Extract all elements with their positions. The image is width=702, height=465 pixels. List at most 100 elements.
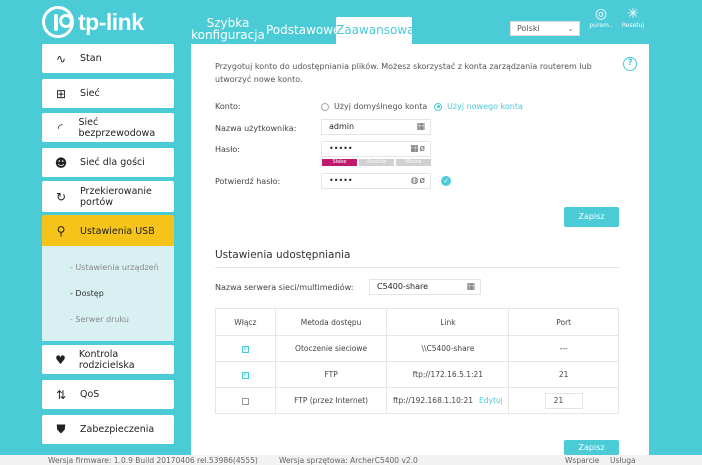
language-value: Polski — [517, 24, 540, 33]
intro-text: Przygotuj konto do udostępniania plików.… — [215, 62, 592, 84]
usb-icon: ⚲ — [56, 224, 66, 238]
sidebar-item-label: Sieć bezprzewodowa — [78, 116, 156, 139]
reset-label: Resetuj — [621, 22, 645, 29]
sharing-table: Włącz Metoda dostępu Link Port Otoczenie… — [215, 308, 619, 414]
footer: Wersja firmware: 1.0.9 Build 20170406 re… — [0, 455, 702, 465]
sidebar-item-label: Zabezpieczenia — [80, 424, 155, 435]
reset-button[interactable]: ✳ Resetuj — [615, 6, 651, 29]
sidebar-item-qos[interactable]: ⇅ QoS — [42, 380, 174, 409]
access-method: Otoczenie sieciowe — [274, 335, 388, 362]
password-strength-meter: Słabe Średnia Mocne — [322, 159, 433, 166]
password-value: ••••• — [329, 144, 353, 153]
port-input[interactable]: 21 — [544, 392, 583, 409]
table-row: FTP ftp://172.16.5.1:21 21 — [215, 361, 619, 388]
server-name-input[interactable]: C5400-share ▦ — [369, 279, 481, 295]
share-link: \\C5400-share — [386, 335, 510, 362]
password-input[interactable]: ••••• ▦ø — [321, 141, 431, 157]
account-label: purem.. — [589, 22, 613, 29]
save-sharing-button[interactable]: Zapisz — [564, 440, 619, 455]
app-link[interactable]: Usługa — [610, 456, 636, 465]
forwarding-icon: ↻ — [55, 189, 67, 204]
language-select[interactable]: Polski ⌄ — [510, 21, 580, 36]
sidebar-item-label: Ustawienia USB — [80, 225, 155, 237]
enable-checkbox[interactable] — [241, 370, 249, 379]
access-method: FTP (przez Internet) — [274, 387, 388, 414]
shield-icon: ⛊ — [56, 422, 66, 436]
submenu-print-server[interactable]: - Serwer druku — [70, 315, 129, 324]
sidebar-item-label: QoS — [80, 389, 100, 400]
wireless-icon: ◜ — [57, 120, 63, 135]
col-enable: Włącz — [215, 308, 276, 336]
username-value: admin — [329, 122, 355, 131]
table-row: Otoczenie sieciowe \\C5400-share --- — [215, 335, 619, 362]
share-link: ftp://192.168.1.10:21 — [393, 396, 473, 405]
server-name-value: C5400-share — [377, 282, 429, 291]
sidebar-item-security[interactable]: ⛊ Zabezpieczenia — [42, 415, 174, 444]
password-label: Hasło: — [215, 145, 240, 154]
strength-weak: Słabe — [322, 159, 357, 166]
support-link[interactable]: Wsparcie — [565, 456, 599, 465]
qos-icon: ⇅ — [55, 387, 67, 402]
port-value: 21 — [508, 361, 619, 388]
logo-text: tp-link — [78, 8, 144, 35]
strength-medium: Średnia — [359, 159, 394, 166]
access-method: FTP — [274, 361, 388, 388]
sidebar-item-parental-controls[interactable]: ♥ Kontrola rodzicielska — [42, 345, 174, 374]
col-link: Link — [386, 308, 510, 336]
sidebar-item-label: Kontrola rodzicielska — [78, 348, 135, 371]
account-label: Konto: — [215, 102, 241, 111]
header: tp-link Szybka konfiguracja Podstawowe Z… — [0, 0, 702, 44]
port-value: --- — [508, 335, 619, 362]
share-link: ftp://172.16.5.1:21 — [386, 361, 510, 388]
sidebar-item-usb[interactable]: ⚲ Ustawienia USB — [42, 215, 174, 247]
sidebar-item-network[interactable]: ⊞ Sieć — [42, 79, 174, 108]
sharing-section-title: Ustawienia udostępniania — [215, 249, 619, 268]
server-name-label: Nazwa serwera sieci/multimediów: — [215, 283, 354, 292]
network-icon: ⊞ — [55, 86, 67, 101]
username-label: Nazwa użytkownika: — [215, 124, 297, 133]
submenu-device-settings[interactable]: - Ustawienia urządzeń — [70, 263, 159, 272]
username-input[interactable]: admin ▦ — [321, 119, 431, 135]
firmware-version: Wersja firmware: 1.0.9 Build 20170406 re… — [48, 456, 258, 465]
radio-circle — [321, 102, 329, 111]
chevron-down-icon: ⌄ — [567, 24, 574, 33]
radio-default-account[interactable]: Użyj domyślnego konta — [321, 102, 427, 111]
hardware-version: Wersja sprzętowa: ArcherC5400 v2.0 — [279, 456, 418, 465]
help-icon[interactable]: ? — [623, 57, 637, 71]
fingerprint-eye-icon[interactable]: ◍ø — [411, 174, 426, 188]
enable-checkbox[interactable] — [241, 344, 249, 353]
strength-strong: Mocne — [396, 159, 431, 166]
tp-link-logo[interactable]: tp-link — [42, 6, 144, 38]
account-button[interactable]: ◎ purem.. — [583, 6, 619, 29]
tab-advanced[interactable]: Zaawansowane — [336, 17, 429, 44]
sidebar-item-label: Sieć — [80, 88, 100, 99]
table-header-row: Włącz Metoda dostępu Link Port — [215, 308, 619, 336]
radio-circle — [434, 102, 442, 111]
radio-label: Użyj nowego konta — [447, 102, 523, 111]
sidebar-item-label: Sieć dla gości — [80, 157, 145, 168]
enable-checkbox[interactable] — [241, 397, 249, 405]
usb-submenu: - Ustawienia urządzeń - Dostęp - Serwer … — [42, 246, 174, 341]
sidebar-item-wireless[interactable]: ◜ Sieć bezprzewodowa — [42, 113, 174, 142]
sidebar-item-label: Stan — [80, 53, 102, 64]
radio-label: Użyj domyślnego konta — [334, 102, 428, 111]
sidebar-item-port-forwarding[interactable]: ↻ Przekierowanie portów — [42, 181, 174, 212]
sidebar-item-status[interactable]: ∿ Stan — [42, 44, 174, 73]
check-icon: ✓ — [441, 176, 451, 186]
guest-icon: ☻ — [54, 155, 68, 170]
edit-link[interactable]: Edytuj — [479, 396, 503, 405]
confirm-password-input[interactable]: ••••• ◍ø — [321, 173, 431, 189]
keyboard-icon: ▦ — [416, 122, 426, 132]
tab-quick-setup[interactable]: Szybka konfiguracja — [190, 17, 266, 45]
radio-new-account[interactable]: Użyj nowego konta — [434, 102, 523, 111]
col-access-method: Metoda dostępu — [274, 308, 388, 336]
submenu-access[interactable]: - Dostęp — [70, 289, 104, 298]
sidebar-item-guest[interactable]: ☻ Sieć dla gości — [42, 148, 174, 177]
sidebar-item-label: Przekierowanie portów — [80, 185, 152, 208]
keyboard-eye-icon[interactable]: ▦ø — [410, 142, 426, 156]
confirm-password-value: ••••• — [329, 176, 353, 185]
save-account-button[interactable]: Zapisz — [564, 207, 619, 227]
reset-icon: ✳ — [627, 6, 639, 22]
logo-icon — [42, 6, 74, 38]
confirm-password-label: Potwierdź hasło: — [215, 177, 281, 186]
